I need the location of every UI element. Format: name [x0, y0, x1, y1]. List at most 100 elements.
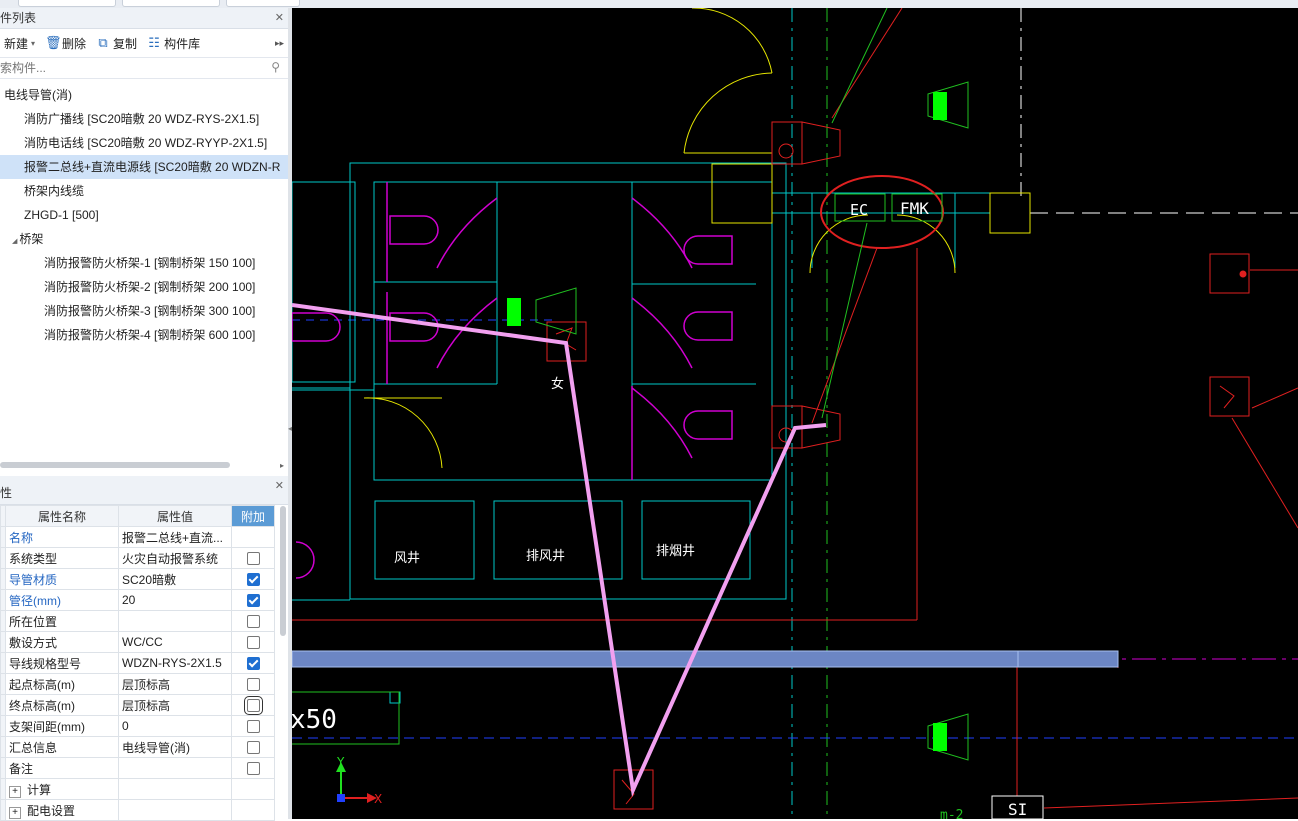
tree-item[interactable]: ZHGD-1 [500]	[0, 203, 288, 227]
property-value[interactable]: 层顶标高	[118, 694, 232, 716]
property-row[interactable]: 敷设方式 WC/CC	[0, 631, 289, 653]
close-icon[interactable]: ✕	[275, 476, 284, 496]
property-row[interactable]: 管径(mm) 20	[0, 589, 289, 611]
tree-item[interactable]: 消防报警防火桥架-4 [钢制桥架 600 100]	[0, 323, 288, 347]
scroll-right-icon[interactable]: ▸	[280, 461, 284, 470]
speaker-2[interactable]	[507, 298, 521, 326]
property-value[interactable]: 20	[118, 589, 232, 611]
property-row[interactable]: 支架间距(mm) 0	[0, 715, 289, 737]
property-value[interactable]	[118, 778, 232, 800]
extra-checkbox[interactable]	[246, 636, 260, 650]
extra-checkbox[interactable]	[246, 594, 260, 608]
cad-drawing-canvas[interactable]: x50 EC FMK 风井 排风井 排烟井 女 SI m-2 Y X	[292, 8, 1298, 819]
col-extra[interactable]: 附加	[231, 505, 275, 527]
property-row[interactable]: 备注	[0, 757, 289, 779]
overflow-arrow-icon[interactable]: ▸▸	[275, 38, 284, 49]
tree-item[interactable]: 消防电话线 [SC20暗敷 20 WDZ-RYYP-2X1.5]	[0, 131, 288, 155]
expand-plus-icon[interactable]: +	[9, 806, 21, 819]
property-row[interactable]: 名称 报警二总线+直流...	[0, 526, 289, 548]
tree-item[interactable]: 桥架内线缆	[0, 179, 288, 203]
horizontal-scrollbar[interactable]	[0, 462, 230, 468]
property-extra	[231, 568, 275, 590]
shaft-wind-box	[374, 500, 475, 580]
wall-outer	[349, 162, 787, 600]
library-button[interactable]: ☷ 构件库	[147, 35, 200, 52]
property-value[interactable]: 层顶标高	[118, 673, 232, 695]
property-row[interactable]: 导管材质 SC20暗敷	[0, 568, 289, 590]
tree-item[interactable]: 消防广播线 [SC20暗敷 20 WDZ-RYS-2X1.5]	[0, 107, 288, 131]
top-tab-2[interactable]	[122, 0, 220, 7]
property-extra	[231, 610, 275, 632]
property-value[interactable]: 火灾自动报警系统	[118, 547, 232, 569]
property-extra	[231, 631, 275, 653]
copy-button[interactable]: ⧉ 复制	[96, 35, 137, 52]
extra-checkbox[interactable]	[243, 696, 263, 715]
vertical-scrollbar[interactable]	[280, 506, 286, 636]
extra-checkbox[interactable]	[246, 573, 260, 587]
property-row[interactable]: + 配电设置	[0, 799, 289, 821]
property-row[interactable]: 系统类型 火灾自动报警系统	[0, 547, 289, 569]
property-row[interactable]: 起点标高(m) 层顶标高	[0, 673, 289, 695]
property-value[interactable]: WDZN-RYS-2X1.5	[118, 652, 232, 674]
tree-item[interactable]: ◢ 桥架	[0, 227, 288, 251]
speaker-1[interactable]	[933, 92, 947, 120]
cable-tray[interactable]	[292, 650, 1119, 668]
search-input[interactable]	[0, 58, 262, 78]
tree-item[interactable]: 消防报警防火桥架-1 [钢制桥架 150 100]	[0, 251, 288, 275]
extra-checkbox[interactable]	[246, 720, 260, 734]
property-value[interactable]: SC20暗敷	[118, 568, 232, 590]
extra-checkbox[interactable]	[246, 678, 260, 692]
extra-checkbox[interactable]	[246, 741, 260, 755]
property-name-text: 起点标高(m)	[9, 677, 75, 692]
scroll-gutter	[275, 653, 289, 674]
component-list-panel: 件列表 ✕ 新建▾ 🗑删除 ⧉ 复制 ☷ 构件库 ▸▸ ⚲ 电线导管(消) 消防广播线…	[0, 8, 288, 474]
speaker-3[interactable]	[933, 723, 947, 751]
close-icon[interactable]: ✕	[275, 8, 284, 28]
expand-plus-icon[interactable]: +	[9, 785, 21, 798]
property-row[interactable]: 终点标高(m) 层顶标高	[0, 694, 289, 716]
tree-item-label: 电线导管(消)	[4, 88, 72, 102]
library-icon: ☷	[148, 35, 160, 50]
property-row[interactable]: 导线规格型号 WDZN-RYS-2X1.5	[0, 652, 289, 674]
property-extra	[231, 715, 275, 737]
extra-checkbox[interactable]	[246, 552, 260, 566]
property-extra	[231, 694, 275, 716]
property-row[interactable]: + 计算	[0, 778, 289, 800]
property-name: 汇总信息	[5, 736, 119, 758]
extra-checkbox[interactable]	[246, 762, 260, 776]
property-value[interactable]: WC/CC	[118, 631, 232, 653]
top-tab-3[interactable]	[226, 0, 300, 7]
ec-label: EC	[850, 201, 868, 219]
red-wire	[1043, 797, 1298, 809]
search-icon[interactable]: ⚲	[271, 60, 280, 74]
tree-item[interactable]: 消防报警防火桥架-2 [钢制桥架 200 100]	[0, 275, 288, 299]
property-name-text: 汇总信息	[9, 740, 58, 755]
tree-item-label: 消防报警防火桥架-3 [钢制桥架 300 100]	[44, 304, 256, 318]
tree-item[interactable]: 电线导管(消)	[0, 83, 288, 107]
door-swing	[436, 197, 498, 269]
tree-item[interactable]: 消防报警防火桥架-3 [钢制桥架 300 100]	[0, 299, 288, 323]
property-value[interactable]	[118, 610, 232, 632]
property-value[interactable]	[118, 757, 232, 779]
extra-checkbox[interactable]	[246, 615, 260, 629]
property-name-text: 所在位置	[9, 614, 58, 629]
property-row[interactable]: 所在位置	[0, 610, 289, 632]
property-row[interactable]: 汇总信息 电线导管(消)	[0, 736, 289, 758]
property-name-text: 终点标高(m)	[9, 698, 75, 713]
properties-title: 性	[0, 486, 13, 500]
green-wire	[821, 222, 868, 419]
top-tab-1[interactable]	[18, 0, 116, 7]
property-value[interactable]: 电线导管(消)	[118, 736, 232, 758]
delete-button[interactable]: 🗑 删除	[45, 35, 86, 52]
property-value[interactable]: 报警二总线+直流...	[118, 526, 232, 548]
property-value[interactable]: 0	[118, 715, 232, 737]
dropdown-arrow-icon[interactable]: ▾	[31, 39, 35, 48]
property-name: 支架间距(mm)	[5, 715, 119, 737]
tree-item[interactable]: 报警二总线+直流电源线 [SC20暗敷 20 WDZN-R	[0, 155, 288, 179]
door-swing	[631, 387, 693, 459]
cad-drawing[interactable]: x50 EC FMK 风井 排风井 排烟井 女 SI m-2 Y X	[292, 8, 1298, 819]
property-value[interactable]	[118, 799, 232, 821]
extra-checkbox[interactable]	[246, 657, 260, 671]
new-button[interactable]: 新建 ▾	[4, 35, 35, 52]
device-symbol	[1219, 385, 1235, 409]
